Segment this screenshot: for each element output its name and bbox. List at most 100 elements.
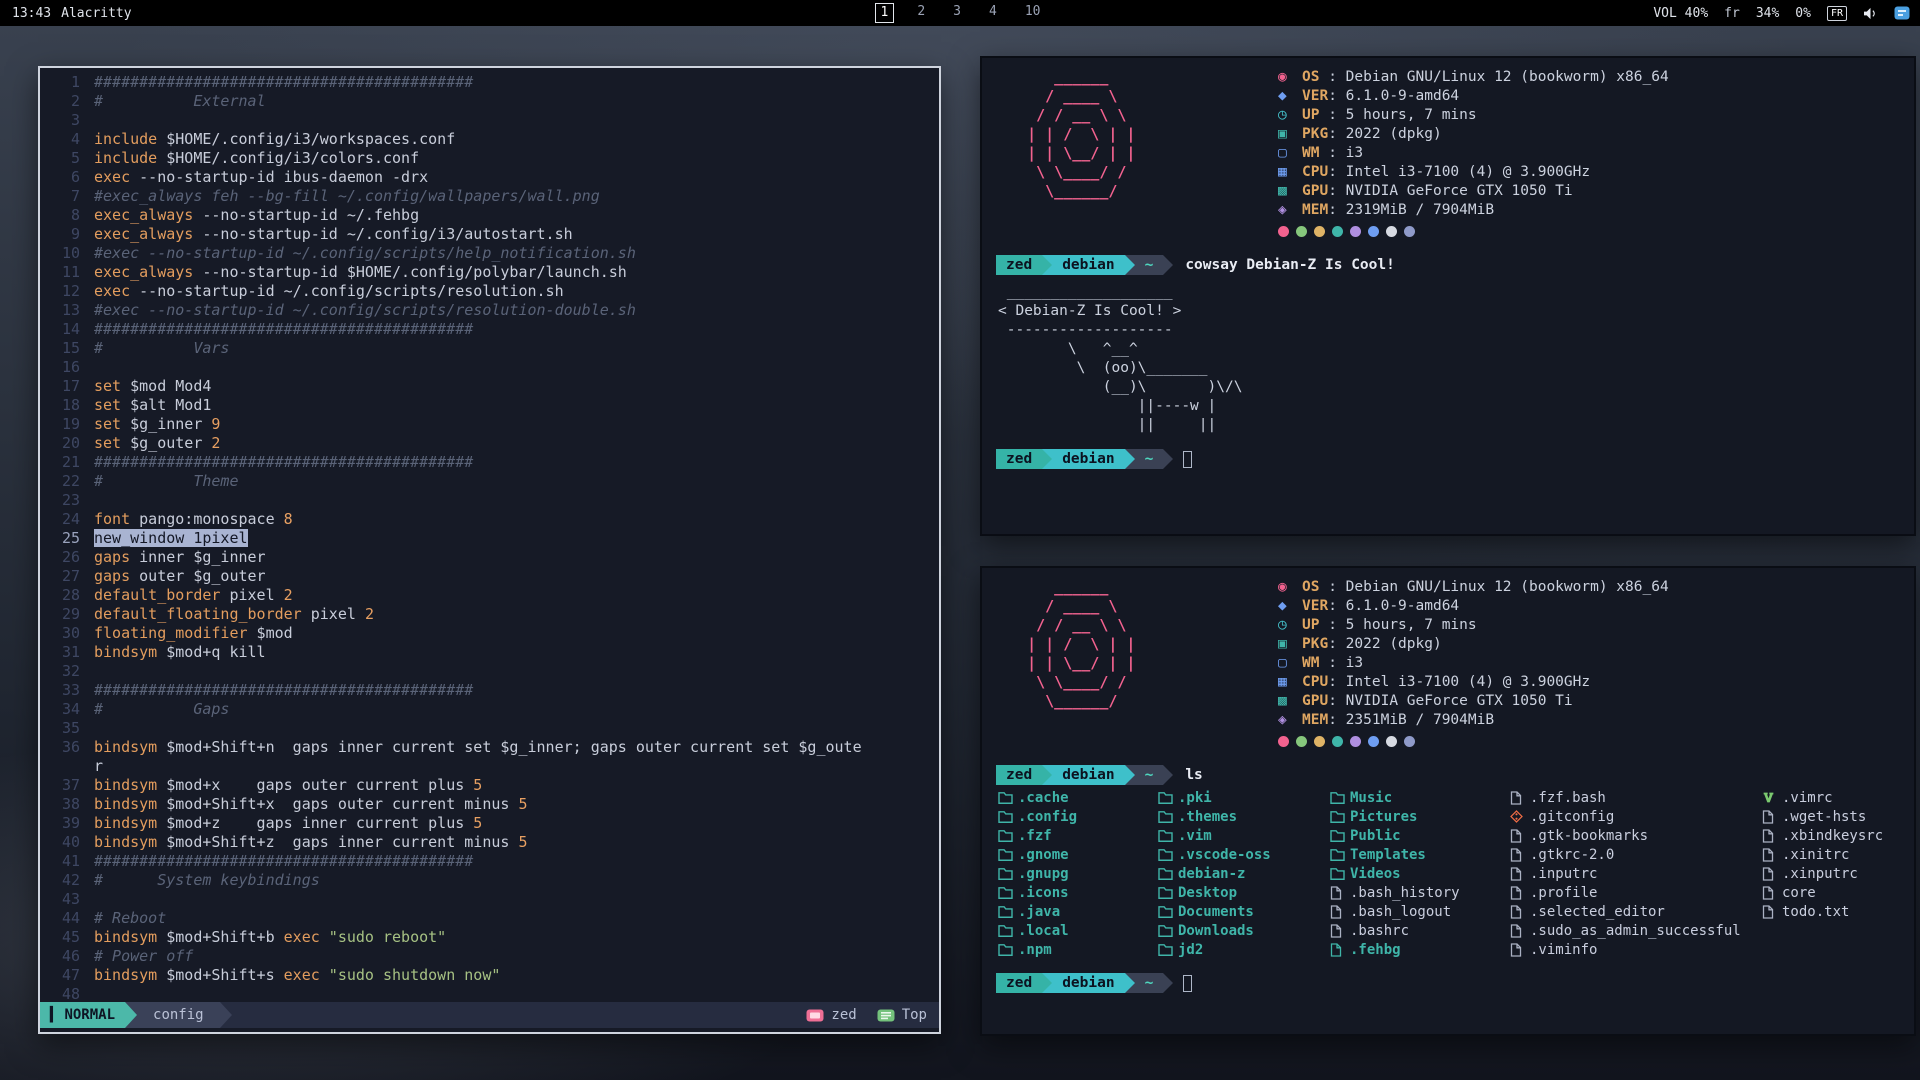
workspace-button-3[interactable]: 3 (948, 3, 966, 23)
fetch-colon: : (1328, 674, 1345, 690)
token: 5 (473, 814, 482, 832)
terminal-content[interactable]: ______ / ____ \ / / __ \ \ | | / \ | | |… (982, 58, 1914, 534)
packages-icon: ▣ (1278, 125, 1302, 144)
fetch-value: i3 (1346, 655, 1363, 671)
directory-item: .npm (998, 940, 1158, 959)
directory-item: .gnome (998, 845, 1158, 864)
file-icon (1762, 905, 1782, 919)
cowsay-output: ___________________ < Debian-Z Is Cool! … (998, 283, 1902, 435)
entry-name: .viminfo (1530, 942, 1597, 958)
line-text: ########################################… (94, 320, 473, 338)
directory-item: .vscode-oss (1158, 845, 1330, 864)
palette-dot (1404, 736, 1415, 747)
token: exec (94, 282, 130, 300)
volume-indicator[interactable]: VOL 40% (1653, 6, 1708, 21)
fetch-row-gpu: ▩GPU: NVIDIA GeForce GTX 1050 Ti (1278, 182, 1669, 201)
code-line: 17set $mod Mod4 (44, 377, 939, 396)
fetch-value: NVIDIA GeForce GTX 1050 Ti (1346, 183, 1573, 199)
entry-name: .config (1018, 809, 1077, 825)
token: bindsym (94, 795, 157, 813)
code-line: 27gaps outer $g_outer (44, 567, 939, 586)
terminal-content[interactable]: ______ / ____ \ / / __ \ \ | | / \ | | |… (982, 568, 1914, 1034)
line-text: # External (94, 92, 266, 110)
code-line: 46# Power off (44, 947, 939, 966)
code-area[interactable]: 1#######################################… (40, 73, 939, 1006)
palette-dot (1314, 736, 1325, 747)
fetch-label: VER (1302, 598, 1328, 614)
token: include (94, 130, 157, 148)
line-number: 22 (44, 472, 80, 491)
entry-name: .bash_history (1350, 885, 1460, 901)
prompt-host-segment: debian (1052, 973, 1124, 993)
fetch-label: CPU (1302, 164, 1328, 180)
token: 2 (365, 605, 374, 623)
line-text: bindsym $mod+Shift+n gaps inner current … (94, 738, 862, 756)
layout-badge[interactable]: FR (1827, 6, 1847, 21)
line-text: ########################################… (94, 73, 473, 91)
prompt-path-segment: ~ (1135, 765, 1164, 785)
ls-output: .cache.config.fzf.gnome.gnupg.icons.java… (998, 788, 1902, 959)
workspace-button-1[interactable]: 1 (875, 3, 895, 23)
file-item: .viminfo (1510, 940, 1762, 959)
cpu-usage: 34% (1756, 6, 1779, 21)
token: ########################################… (94, 852, 473, 870)
workspace-button-2[interactable]: 2 (912, 3, 930, 23)
code-line: 22 # Theme (44, 472, 939, 491)
line-text: exec_always --no-startup-id ~/.fehbg (94, 206, 419, 224)
line-text: bindsym $mod+Shift+b exec "sudo reboot" (94, 928, 446, 946)
line-number: 23 (44, 491, 80, 510)
folder-icon (998, 905, 1018, 918)
folder-icon (998, 829, 1018, 842)
file-item: todo.txt (1762, 902, 1902, 921)
keyboard-layout-text[interactable]: fr (1724, 6, 1740, 21)
entry-name: .gnupg (1018, 866, 1069, 882)
code-line: 31bindsym $mod+q kill (44, 643, 939, 662)
token: bindsym (94, 833, 157, 851)
code-line: 47bindsym $mod+Shift+s exec "sudo shutdo… (44, 966, 939, 985)
code-line: 32 (44, 662, 939, 681)
prompt-host-segment: debian (1052, 449, 1124, 469)
file-icon (1762, 886, 1782, 900)
vim-statusline: ▍NORMAL config zed Top (40, 1002, 939, 1028)
palette-dot (1278, 736, 1289, 747)
file-icon (1330, 905, 1350, 919)
code-line: 40bindsym $mod+Shift+z gaps inner curren… (44, 833, 939, 852)
line-text: ########################################… (94, 852, 473, 870)
file-icon (1510, 943, 1530, 957)
line-text: #exec --no-startup-id ~/.config/scripts/… (94, 301, 636, 319)
editor-window[interactable]: 1#######################################… (38, 66, 941, 1034)
line-text: exec --no-startup-id ibus-daemon -drx (94, 168, 428, 186)
folder-icon (1158, 867, 1178, 880)
file-item: .xinputrc (1762, 864, 1902, 883)
directory-item: .fzf (998, 826, 1158, 845)
line-text: #exec_always feh --bg-fill ~/.config/wal… (94, 187, 600, 205)
speaker-icon[interactable] (1863, 7, 1878, 20)
tray-app-icon[interactable] (1894, 6, 1910, 20)
code-line: 6exec --no-startup-id ibus-daemon -drx (44, 168, 939, 187)
terminal-window-cowsay[interactable]: ______ / ____ \ / / __ \ \ | | / \ | | |… (980, 56, 1916, 536)
line-text: include $HOME/.config/i3/colors.conf (94, 149, 419, 167)
file-item: .profile (1510, 883, 1762, 902)
line-number: 41 (44, 852, 80, 871)
line-number: 3 (44, 111, 80, 130)
line-text: # Theme (94, 472, 239, 490)
token: # Theme (94, 472, 239, 490)
fetch-colon: : (1328, 183, 1345, 199)
ls-column: .vimrc.wget-hsts.xbindkeysrc.xinitrc.xin… (1762, 788, 1902, 959)
line-number: 9 (44, 225, 80, 244)
token: ########################################… (94, 681, 473, 699)
kernel-icon: ◆ (1278, 597, 1302, 616)
directory-item: Desktop (1158, 883, 1330, 902)
file-icon (1762, 848, 1782, 862)
line-number: 19 (44, 415, 80, 434)
fetch-value: 2022 (dpkg) (1346, 126, 1442, 142)
workspace-button-4[interactable]: 4 (984, 3, 1002, 23)
fetch-colon: : (1328, 693, 1345, 709)
entry-name: .cache (1018, 790, 1069, 806)
line-number: 4 (44, 130, 80, 149)
workspace-button-10[interactable]: 10 (1020, 3, 1046, 23)
fetch-colon: : (1328, 69, 1345, 85)
terminal-window-ls[interactable]: ______ / ____ \ / / __ \ \ | | / \ | | |… (980, 566, 1916, 1036)
fetch-row-packages: ▣PKG: 2022 (dpkg) (1278, 635, 1669, 654)
line-number: 2 (44, 92, 80, 111)
